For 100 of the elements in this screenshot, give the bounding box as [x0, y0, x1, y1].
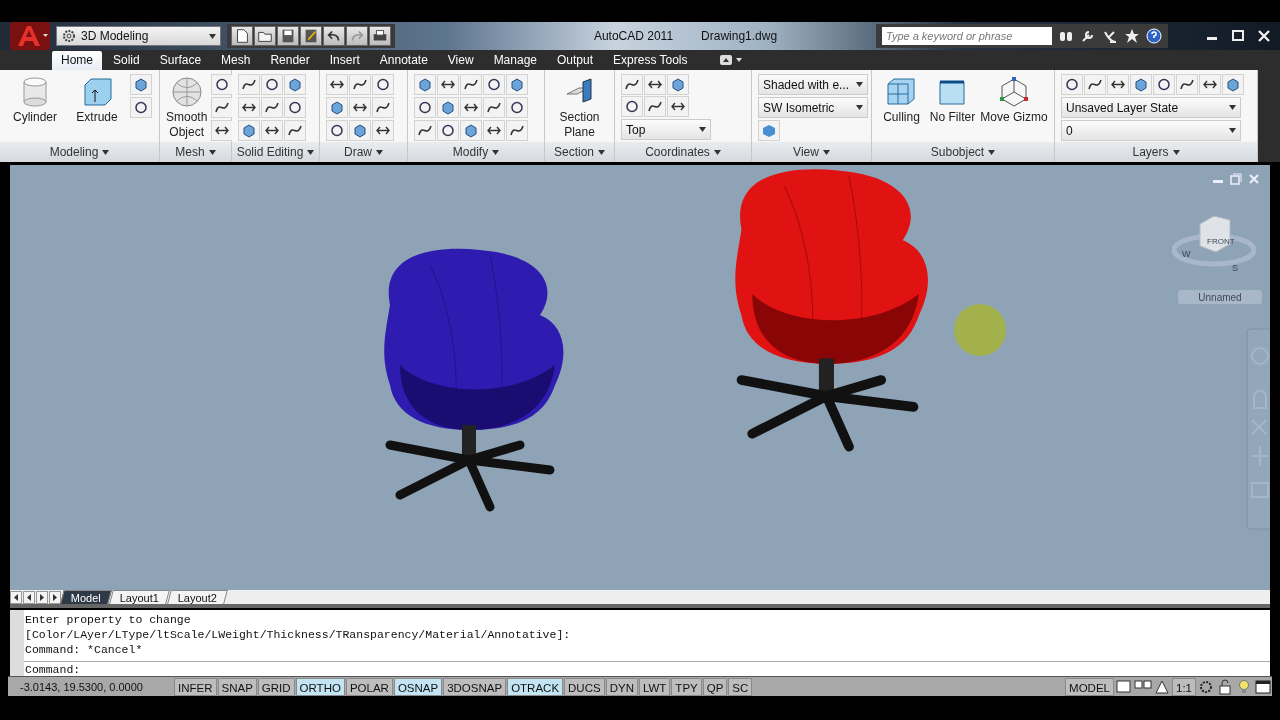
ucs-menu[interactable]: Unnamed — [1178, 290, 1262, 304]
first-layout-icon[interactable] — [10, 591, 22, 604]
panel-title[interactable]: Modify — [408, 142, 544, 162]
ribbon-tab[interactable]: Render — [261, 51, 319, 70]
drafting-toggle[interactable]: DUCS — [564, 677, 605, 696]
close-icon[interactable] — [1256, 28, 1272, 44]
box-tool-icon[interactable] — [349, 120, 371, 141]
drafting-toggle[interactable]: LWT — [638, 677, 671, 696]
circle-tool-icon[interactable] — [261, 74, 283, 95]
box-tool-icon[interactable] — [437, 97, 459, 118]
arrow-tool-icon[interactable] — [437, 74, 459, 95]
curve-tool-icon[interactable] — [621, 74, 643, 95]
dropdown[interactable]: SW Isometric — [758, 97, 868, 118]
arrow-tool-icon[interactable] — [372, 120, 394, 141]
arrow-tool-icon[interactable] — [211, 120, 234, 141]
circle-tool-icon[interactable] — [1153, 74, 1175, 95]
ribbon-large-button[interactable]: Culling — [878, 74, 925, 125]
drafting-toggle[interactable]: SNAP — [217, 677, 257, 696]
curve-tool-icon[interactable] — [284, 120, 306, 141]
lock-icon[interactable] — [1216, 678, 1234, 695]
drafting-toggle[interactable]: QP — [702, 677, 728, 696]
circle-tool-icon[interactable] — [211, 74, 234, 95]
circle-tool-icon[interactable] — [372, 74, 394, 95]
box-tool-icon[interactable] — [238, 120, 260, 141]
curve-tool-icon[interactable] — [483, 97, 505, 118]
arrow-tool-icon[interactable] — [349, 97, 371, 118]
ribbon-tab[interactable]: Surface — [150, 51, 211, 70]
curve-tool-icon[interactable] — [1084, 74, 1106, 95]
ribbon-large-button[interactable]: Move Gizmo — [979, 74, 1048, 125]
viewcube-face-label[interactable]: FRONT — [1207, 237, 1235, 246]
ribbon-tab[interactable]: View — [438, 51, 483, 70]
ribbon-large-button[interactable]: Extrude — [68, 74, 126, 125]
visual-style-icon[interactable] — [758, 120, 780, 141]
panel-title[interactable]: Mesh — [160, 142, 231, 162]
panel-title[interactable]: Subobject — [872, 142, 1054, 162]
curve-tool-icon[interactable] — [460, 74, 482, 95]
ribbon-tab[interactable]: Manage — [484, 51, 546, 70]
curve-tool-icon[interactable] — [349, 74, 371, 95]
box-tool-icon[interactable] — [414, 74, 436, 95]
ribbon-large-button[interactable]: Cylinder — [6, 74, 64, 125]
ribbon-tab[interactable]: Home — [52, 51, 102, 70]
box-tool-icon[interactable] — [1222, 74, 1244, 95]
drawing-viewport[interactable]: FRONT W S Unnamed — [10, 165, 1270, 590]
ribbon-tab[interactable]: Express Tools — [604, 51, 697, 70]
gear-icon[interactable] — [1197, 678, 1215, 695]
annotation-scale-icon[interactable] — [1153, 678, 1171, 695]
drafting-toggle[interactable]: GRID — [257, 677, 295, 696]
layout-tab[interactable]: Layout1 — [109, 590, 170, 604]
dropdown[interactable]: 0 — [1061, 120, 1241, 141]
box-tool-icon[interactable] — [667, 74, 689, 95]
drafting-toggle[interactable]: INFER — [174, 677, 217, 696]
dropdown[interactable]: Unsaved Layer State — [1061, 97, 1241, 118]
arrow-tool-icon[interactable] — [667, 96, 689, 117]
save-icon[interactable] — [277, 26, 299, 46]
dropdown[interactable]: Shaded with e... — [758, 74, 868, 95]
layout-tab[interactable]: Layout2 — [167, 590, 229, 604]
ribbon-tab[interactable]: Mesh — [212, 51, 260, 70]
search-field[interactable]: Type a keyword or phrase — [882, 27, 1052, 45]
box-tool-icon[interactable] — [460, 120, 482, 141]
previous-layout-icon[interactable] — [23, 591, 35, 604]
ribbon-tab[interactable]: Output — [548, 51, 603, 70]
drafting-toggle[interactable]: OTRACK — [507, 677, 564, 696]
arrow-tool-icon[interactable] — [460, 97, 482, 118]
circle-tool-icon[interactable] — [437, 120, 459, 141]
drafting-toggle[interactable]: TPY — [671, 677, 702, 696]
circle-tool-icon[interactable] — [326, 120, 348, 141]
minimize-ribbon-icon[interactable] — [718, 54, 743, 66]
ribbon-large-button[interactable]: No Filter — [929, 74, 976, 125]
box-tool-icon[interactable] — [1130, 74, 1152, 95]
box-tool-icon[interactable] — [326, 97, 348, 118]
next-layout-icon[interactable] — [36, 591, 48, 604]
open-folder-icon[interactable] — [254, 26, 276, 46]
panel-title[interactable]: Draw — [320, 142, 407, 162]
panel-title[interactable]: View — [752, 142, 871, 162]
key-icon[interactable] — [1080, 28, 1096, 44]
circle-tool-icon[interactable] — [506, 97, 528, 118]
redo-icon[interactable] — [346, 26, 368, 46]
box-tool-icon[interactable] — [506, 74, 528, 95]
drafting-toggle[interactable]: 3DOSNAP — [443, 677, 507, 696]
curve-tool-icon[interactable] — [211, 97, 234, 118]
drafting-toggle[interactable]: SC — [728, 677, 753, 696]
help-icon[interactable] — [1146, 28, 1162, 44]
drafting-toggle[interactable]: POLAR — [345, 677, 393, 696]
compass-letter[interactable]: W — [1182, 249, 1191, 259]
workspace-dropdown[interactable]: 3D Modeling — [56, 26, 221, 46]
panel-title[interactable]: Solid Editing — [232, 142, 319, 162]
star-icon[interactable] — [1124, 28, 1140, 44]
curve-tool-icon[interactable] — [238, 74, 260, 95]
fullscreen-icon[interactable] — [1254, 678, 1272, 695]
circle-tool-icon[interactable] — [1061, 74, 1083, 95]
curve-tool-icon[interactable] — [372, 97, 394, 118]
arrow-tool-icon[interactable] — [1199, 74, 1221, 95]
circle-tool-icon[interactable] — [130, 97, 152, 118]
arrow-tool-icon[interactable] — [261, 120, 283, 141]
space-toggle[interactable]: MODEL — [1065, 677, 1114, 696]
panel-title[interactable]: Section — [545, 142, 614, 162]
new-file-icon[interactable] — [231, 26, 253, 46]
curve-tool-icon[interactable] — [1176, 74, 1198, 95]
layout-icon[interactable] — [1115, 678, 1133, 695]
arrow-tool-icon[interactable] — [644, 74, 666, 95]
